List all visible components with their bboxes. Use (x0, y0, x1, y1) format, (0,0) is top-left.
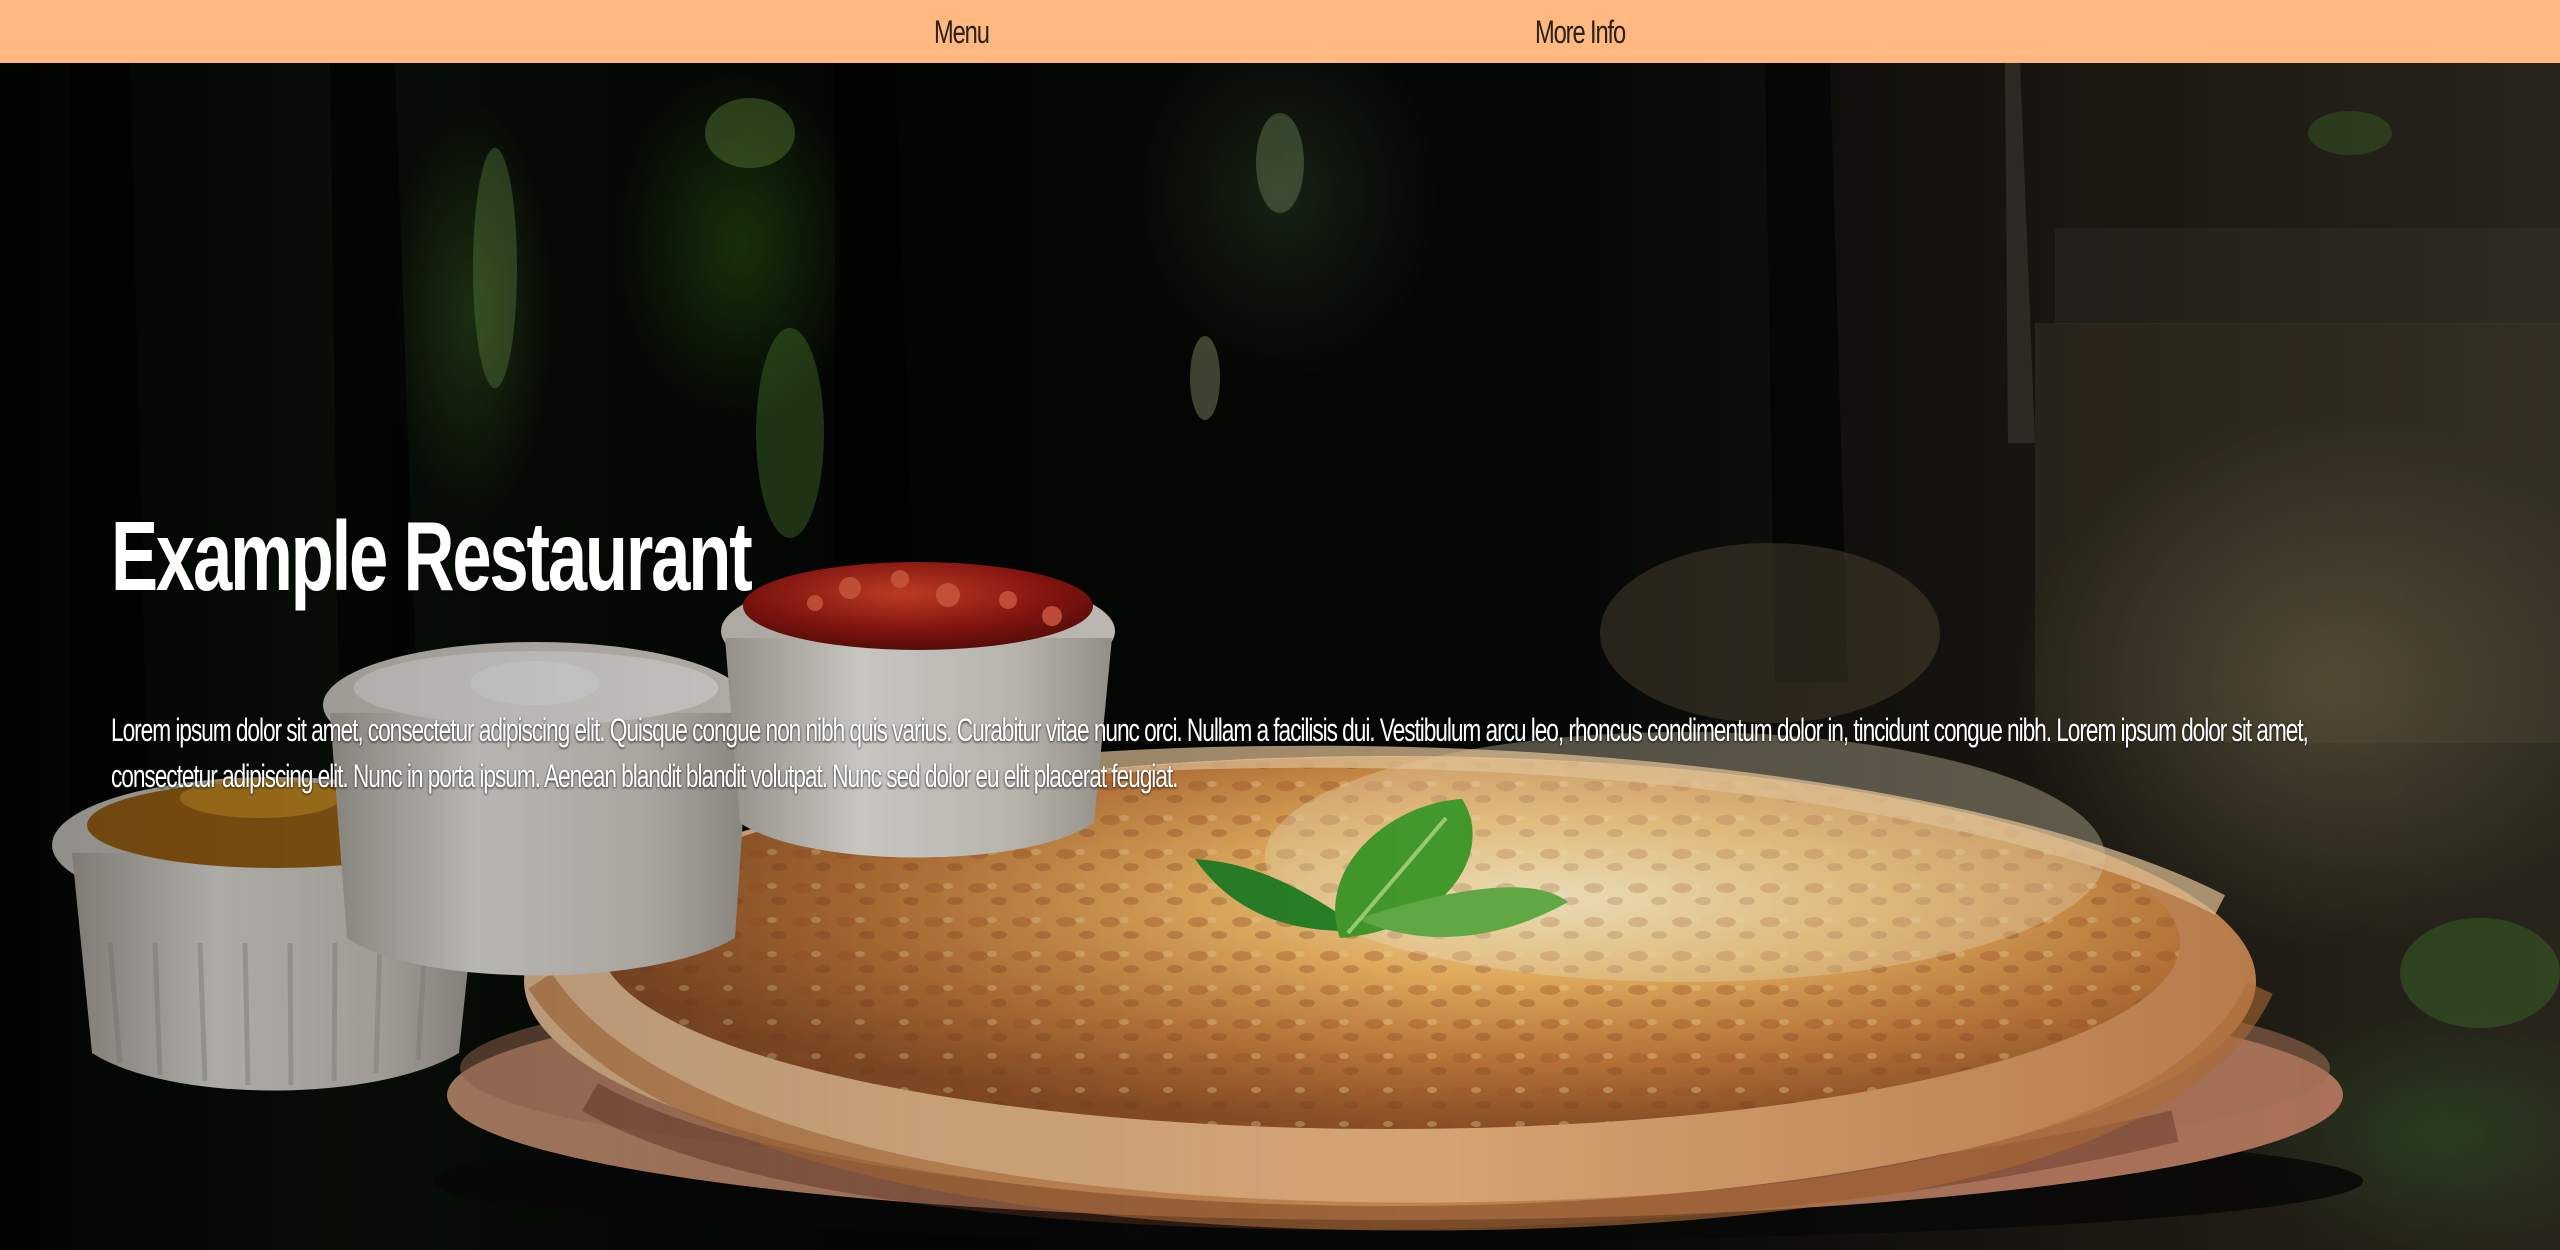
restaurant-title: Example Restaurant (111, 501, 753, 611)
hero-section: Example Restaurant Lorem ipsum dolor sit… (0, 63, 2560, 1250)
nav-link-more-info[interactable]: More Info (1535, 8, 1626, 56)
nav-link-menu[interactable]: Menu (934, 8, 990, 56)
top-navigation-bar: Menu More Info (0, 0, 2560, 63)
hero-background-image (52, 63, 2560, 1241)
restaurant-landing-page: Menu More Info Example Restaurant Lorem … (0, 0, 2560, 1250)
restaurant-description: Lorem ipsum dolor sit amet, consectetur … (111, 712, 2309, 794)
